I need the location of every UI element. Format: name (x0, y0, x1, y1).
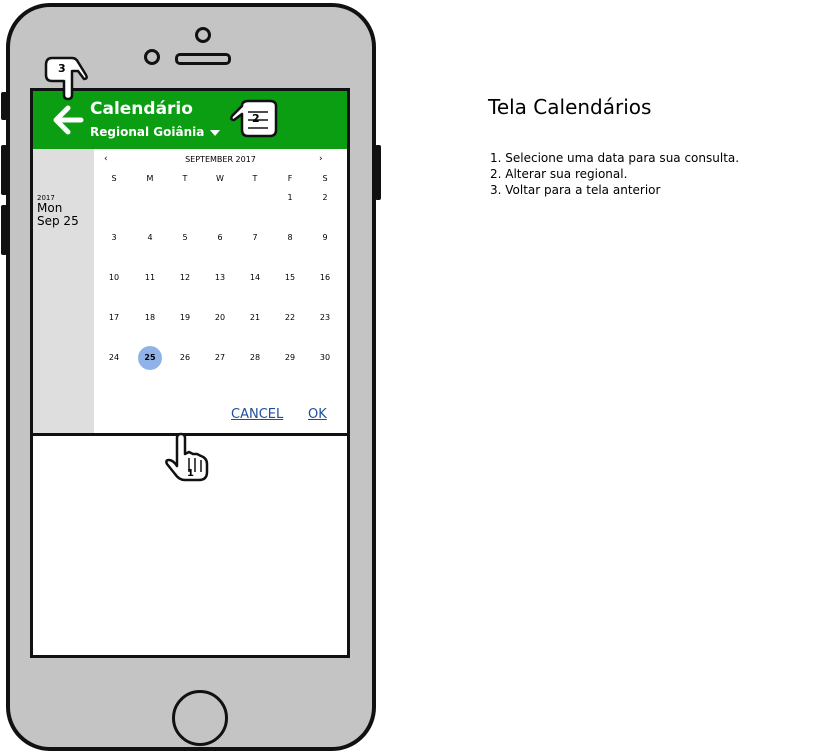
weekday-label: F (287, 174, 293, 183)
calendar-day[interactable]: 3 (102, 226, 126, 250)
annotation-label-2: 2 (252, 112, 260, 125)
calendar-day[interactable]: 22 (278, 306, 302, 330)
calendar-day[interactable]: 12 (173, 266, 197, 290)
calendar-day[interactable]: 16 (313, 266, 337, 290)
annotation-hand-1-icon: 1 (165, 432, 209, 482)
description-title: Tela Calendários (488, 95, 652, 119)
chevron-down-icon[interactable] (210, 130, 220, 136)
regional-selector[interactable]: Regional Goiânia (90, 125, 204, 139)
ok-button[interactable]: OK (308, 407, 327, 422)
calendar-grid: ‹ SEPTEMBER 2017 › SMTWTFS 1 2 3 4 5 6 7 8 9 10 11… (94, 149, 347, 433)
description-item: 2. Alterar sua regional. (490, 167, 628, 181)
calendar-day[interactable]: 6 (208, 226, 232, 250)
calendar-day[interactable]: 24 (102, 346, 126, 370)
calendar-day[interactable]: 13 (208, 266, 232, 290)
weekday-label: S (111, 174, 117, 183)
calendar-day[interactable]: 29 (278, 346, 302, 370)
weekday-label: W (216, 174, 224, 183)
calendar-day[interactable]: 14 (243, 266, 267, 290)
calendar-day[interactable]: 9 (313, 226, 337, 250)
calendar-day[interactable]: 10 (102, 266, 126, 290)
page-title: Calendário (90, 99, 193, 119)
back-arrow-icon[interactable] (51, 103, 85, 137)
calendar-day[interactable]: 5 (173, 226, 197, 250)
calendar-day[interactable]: 15 (278, 266, 302, 290)
sensor-icon (144, 49, 160, 65)
weekday-label: S (322, 174, 328, 183)
date-picker: 2017 Mon Sep 25 ‹ SEPTEMBER 2017 › SMTWT… (33, 149, 347, 436)
picker-date: Sep 25 (37, 214, 79, 228)
weekday-label: T (182, 174, 188, 183)
mute-switch (1, 92, 7, 120)
picker-selected-date: Mon Sep 25 (37, 202, 79, 228)
weekday-label: M (146, 174, 154, 183)
calendar-day[interactable]: 1 (278, 186, 302, 210)
weekday-label: T (252, 174, 258, 183)
speaker-icon (175, 53, 231, 65)
annotation-hand-3-icon: 3 (44, 56, 88, 101)
description-list: 1. Selecione uma data para sua consulta.… (490, 150, 739, 198)
calendar-day[interactable]: 7 (243, 226, 267, 250)
calendar-day[interactable]: 23 (313, 306, 337, 330)
calendar-day[interactable]: 20 (208, 306, 232, 330)
volume-down-button (1, 205, 7, 255)
picker-header: 2017 Mon Sep 25 (33, 149, 94, 433)
annotation-label-1: 1 (187, 468, 194, 479)
calendar-day[interactable]: 2 (313, 186, 337, 210)
calendar-day[interactable]: 4 (138, 226, 162, 250)
calendar-day[interactable]: 18 (138, 306, 162, 330)
month-label: SEPTEMBER 2017 (185, 155, 256, 164)
power-button (375, 145, 381, 200)
calendar-day-selected[interactable]: 25 (138, 346, 162, 370)
description-item: 1. Selecione uma data para sua consulta. (490, 151, 740, 165)
annotation-hand-2-icon: 2 (230, 99, 278, 138)
calendar-day[interactable]: 21 (243, 306, 267, 330)
home-button[interactable] (172, 690, 228, 746)
calendar-day[interactable]: 28 (243, 346, 267, 370)
calendar-day[interactable]: 11 (138, 266, 162, 290)
calendar-day[interactable]: 17 (102, 306, 126, 330)
annotation-label-3: 3 (58, 62, 66, 75)
calendar-day[interactable]: 19 (173, 306, 197, 330)
calendar-day[interactable]: 27 (208, 346, 232, 370)
calendar-day[interactable]: 30 (313, 346, 337, 370)
cancel-button[interactable]: CANCEL (231, 407, 283, 422)
description-item: 3. Voltar para a tela anterior (490, 183, 661, 197)
volume-up-button (1, 145, 7, 195)
phone-screen: Calendário Regional Goiânia 2017 Mon Sep… (30, 88, 350, 658)
calendar-day[interactable]: 26 (173, 346, 197, 370)
next-month-button[interactable]: › (319, 154, 323, 164)
camera-icon (195, 27, 211, 43)
calendar-day[interactable]: 8 (278, 226, 302, 250)
